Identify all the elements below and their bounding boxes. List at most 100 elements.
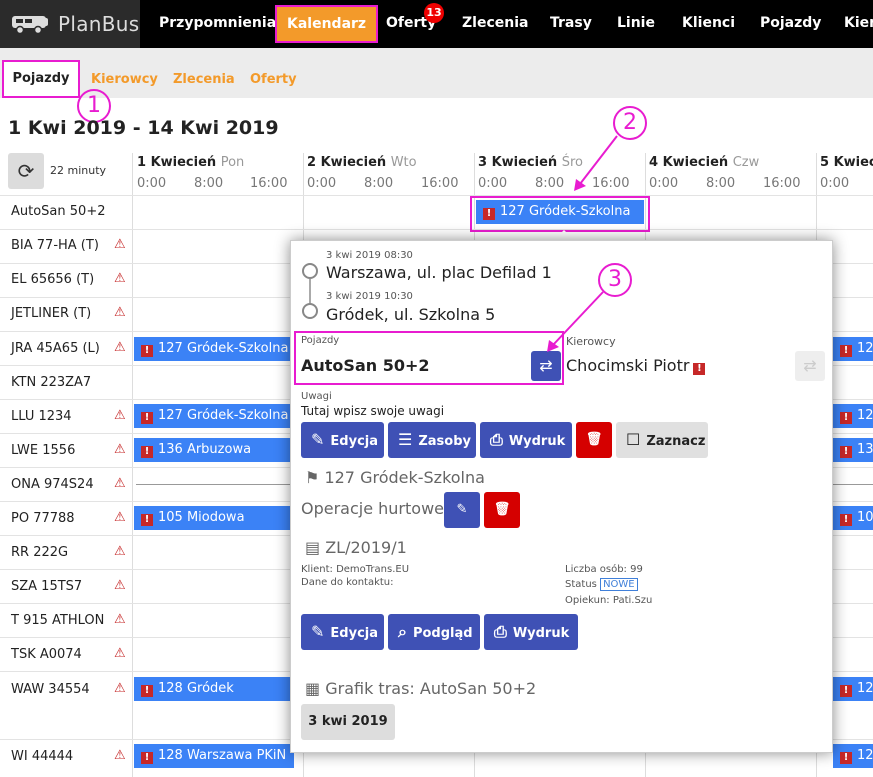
alert-icon: ! (141, 752, 153, 764)
alert-icon: ! (141, 446, 153, 458)
notes-text[interactable]: Tutaj wpisz swoje uwagi (301, 404, 444, 418)
swap-vehicle-button[interactable]: ⇄ (531, 351, 561, 381)
day-header: 4 Kwiecień Czw (649, 155, 760, 170)
refresh-icon: ⟳ (17, 159, 35, 183)
nav-kierowcy[interactable]: Kiero (844, 0, 873, 48)
delete-button[interactable]: 🗑 (576, 422, 612, 458)
stop-place: Gródek, ul. Szkolna 5 (326, 305, 496, 324)
subtab-oferty[interactable]: Oferty (250, 72, 297, 87)
bulk-delete-button[interactable]: 🗑 (484, 492, 520, 528)
vehicle-row-label[interactable]: PO 77788 (11, 511, 75, 526)
status-badge: NOWE (600, 578, 638, 591)
calendar-event[interactable]: !136 A (833, 438, 873, 462)
warning-icon: ⚠ (114, 408, 126, 423)
vehicle-row-label[interactable]: KTN 223ZA7 (11, 375, 91, 390)
calendar-icon: ▦ (305, 679, 321, 698)
alert-icon: ! (693, 363, 706, 375)
alert-icon: ! (840, 446, 852, 458)
refresh-button[interactable]: ⟳ (8, 153, 44, 189)
vehicle-row-label[interactable]: TSK A0074 (11, 647, 82, 662)
warning-icon: ⚠ (114, 271, 126, 286)
vehicle-row-label[interactable]: JETLINER (T) (11, 306, 91, 321)
stop-marker (302, 303, 318, 319)
calendar-event[interactable]: ! 105 Miodowa (134, 506, 294, 530)
magnifier-icon: ⌕ (398, 622, 407, 641)
subtab-pojazdy[interactable]: Pojazdy (2, 60, 80, 98)
stop-time: 3 kwi 2019 08:30 (326, 250, 413, 261)
day-header: 3 Kwiecień Śro (478, 155, 583, 170)
vehicle-row-label[interactable]: EL 65656 (T) (11, 272, 94, 287)
vehicle-row-label[interactable]: AutoSan 50+2 (11, 204, 105, 219)
time-tick: 0:00 (478, 176, 508, 191)
schedule-title: ▦ Grafik tras: AutoSan 50+2 (305, 679, 537, 698)
vehicle-row-label[interactable]: JRA 45A65 (L) (11, 341, 100, 356)
nav-przypomnienia[interactable]: Przypomnienia (159, 0, 276, 48)
resources-button[interactable]: ☰ Zasoby (388, 422, 476, 458)
calendar-event[interactable]: !105 M (833, 506, 873, 530)
vehicle-row-label[interactable]: RR 222G (11, 545, 68, 560)
vehicle-row-label[interactable]: WI 44444 (11, 749, 73, 764)
bus-icon (12, 16, 48, 34)
vehicle-row-label[interactable]: LWE 1556 (11, 443, 75, 458)
calendar-event[interactable]: ! 128 Warszawa PKiN (134, 744, 294, 768)
contact-info: Dane do kontaktu: (301, 577, 394, 588)
printer-icon: ⎙ (490, 430, 503, 449)
nav-trasy[interactable]: Trasy (550, 0, 592, 48)
alert-icon: ! (141, 345, 153, 357)
offers-count-badge: 13 (424, 3, 444, 23)
bulk-edit-button[interactable]: ✎ (444, 492, 480, 528)
status-row: Status NOWE (565, 578, 638, 591)
calendar-event[interactable]: !128 W (833, 744, 873, 768)
print-button[interactable]: ⎙ Wydruk (480, 422, 572, 458)
time-tick: 8:00 (535, 176, 565, 191)
nav-zlecenia[interactable]: Zlecenia (462, 0, 528, 48)
calendar-event[interactable]: !128 G (833, 677, 873, 701)
vehicle-row-label[interactable]: T 915 ATHLON (11, 613, 104, 628)
order-edit-button[interactable]: ✎ Edycja (301, 614, 384, 650)
calendar-event[interactable]: ! 128 Gródek (134, 677, 294, 701)
alert-icon: ! (840, 752, 852, 764)
vehicle-row-label[interactable]: BIA 77-HA (T) (11, 238, 99, 253)
nav-linie[interactable]: Linie (617, 0, 655, 48)
signpost-icon: ⚑ (305, 468, 320, 487)
calendar-event[interactable]: ! 127 Gródek-Szkolna (134, 337, 294, 361)
calendar-event[interactable]: ! 136 Arbuzowa (134, 438, 294, 462)
subtab-kierowcy[interactable]: Kierowcy (91, 72, 158, 87)
warning-icon: ⚠ (114, 305, 126, 320)
vehicle-row-label[interactable]: WAW 34554 (11, 682, 90, 697)
subtab-zlecenia[interactable]: Zlecenia (173, 72, 235, 87)
preview-button[interactable]: ⌕ Podgląd (388, 614, 480, 650)
grid-line (132, 153, 133, 777)
pencil-icon: ✎ (456, 502, 468, 517)
calendar-event[interactable]: !127 G (833, 337, 873, 361)
vehicle-row-label[interactable]: LLU 1234 (11, 409, 72, 424)
logo[interactable]: PlanBus (0, 0, 140, 48)
time-tick: 16:00 (592, 176, 630, 191)
mark-button[interactable]: ☐ Zaznacz (616, 422, 708, 458)
guardian-info: Opiekun: Pati.Szu (565, 595, 653, 606)
checkbox-icon: ☐ (626, 430, 641, 449)
alert-icon: ! (141, 412, 153, 424)
route-title: ⚑ 127 Gródek-Szkolna (305, 468, 485, 487)
calendar-event[interactable]: !127 G (833, 404, 873, 428)
time-tick: 0:00 (649, 176, 679, 191)
vehicle-row-label[interactable]: ONA 974S24 (11, 477, 94, 492)
warning-icon: ⚠ (114, 442, 126, 457)
calendar-event[interactable]: ! 127 Gródek-Szkolna (134, 404, 294, 428)
vehicle-row-label[interactable]: SZA 15TS7 (11, 579, 82, 594)
stop-marker (302, 263, 318, 279)
printer-icon: ⎙ (494, 622, 507, 641)
callout-2: 2 (613, 106, 647, 140)
edit-button[interactable]: ✎ Edycja (301, 422, 384, 458)
date-range-title: 1 Kwi 2019 - 14 Kwi 2019 (8, 117, 279, 139)
schedule-date-button[interactable]: 3 kwi 2019 (301, 704, 395, 740)
warning-icon: ⚠ (114, 646, 126, 661)
time-tick: 0:00 (820, 176, 850, 191)
nav-pojazdy[interactable]: Pojazdy (760, 0, 821, 48)
nav-kalendarz[interactable]: Kalendarz (275, 5, 379, 43)
swap-driver-button[interactable]: ⇄ (795, 351, 825, 381)
alert-icon: ! (840, 685, 852, 697)
nav-klienci[interactable]: Klienci (682, 0, 735, 48)
order-print-button[interactable]: ⎙ Wydruk (484, 614, 578, 650)
grid-line (0, 229, 873, 230)
